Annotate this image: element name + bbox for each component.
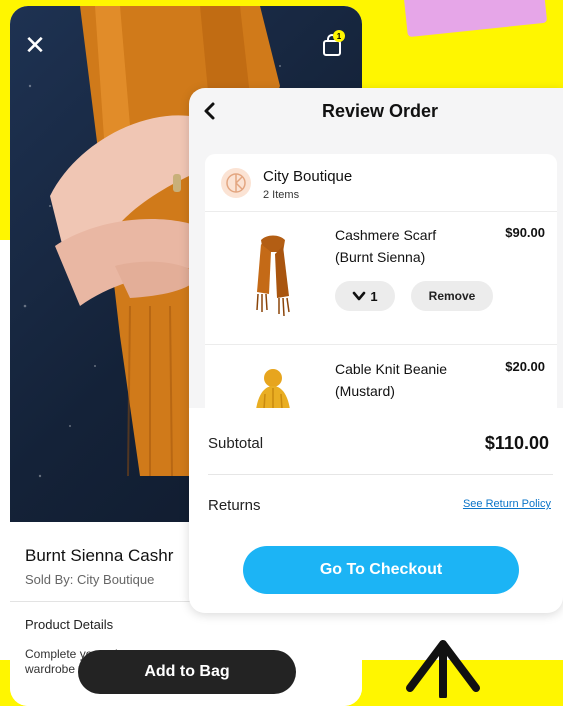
item-name: Cable Knit Beanie (Mustard) bbox=[335, 361, 448, 399]
close-icon: ✕ bbox=[24, 30, 46, 60]
arrow-up-icon bbox=[406, 640, 480, 698]
chevron-down-icon bbox=[353, 291, 366, 301]
review-order-header: Review Order bbox=[189, 88, 563, 138]
checkout-button[interactable]: Go To Checkout bbox=[243, 546, 519, 594]
product-seller: Sold By: City Boutique bbox=[25, 572, 155, 587]
store-name: City Boutique bbox=[263, 168, 353, 185]
shopping-bag-button[interactable]: 1 bbox=[322, 30, 345, 56]
subtotal-label: Subtotal bbox=[208, 435, 264, 452]
divider bbox=[205, 344, 557, 345]
remove-button[interactable]: Remove bbox=[411, 281, 493, 311]
store-item-count: 2 Items bbox=[263, 189, 300, 201]
divider bbox=[208, 474, 553, 475]
divider bbox=[205, 211, 557, 212]
product-title: Burnt Sienna Cashr bbox=[25, 546, 174, 565]
store-logo bbox=[221, 168, 251, 198]
order-summary: Subtotal $110.00 Returns See Return Poli… bbox=[189, 408, 563, 613]
bag-count-badge: 1 bbox=[333, 30, 345, 42]
decorative-note bbox=[402, 0, 548, 38]
item-name: Cashmere Scarf (Burnt Sienna) bbox=[335, 227, 437, 265]
return-policy-link[interactable]: See Return Policy bbox=[463, 498, 551, 510]
review-order-title: Review Order bbox=[321, 101, 439, 121]
subtotal-value: $110.00 bbox=[484, 433, 549, 453]
close-button[interactable]: ✕ bbox=[24, 30, 46, 60]
quantity-value: 1 bbox=[370, 288, 378, 304]
product-details-heading: Product Details bbox=[25, 617, 114, 632]
item-price: $90.00 bbox=[505, 225, 545, 240]
review-order-panel: Review Order City Boutique 2 Items Cashm… bbox=[189, 88, 563, 613]
add-to-bag-button[interactable]: Add to Bag bbox=[78, 650, 296, 694]
item-price: $20.00 bbox=[505, 359, 545, 374]
cashmere-scarf-image[interactable] bbox=[243, 232, 303, 322]
quantity-selector[interactable]: 1 bbox=[335, 281, 395, 311]
returns-label: Returns bbox=[208, 497, 261, 514]
